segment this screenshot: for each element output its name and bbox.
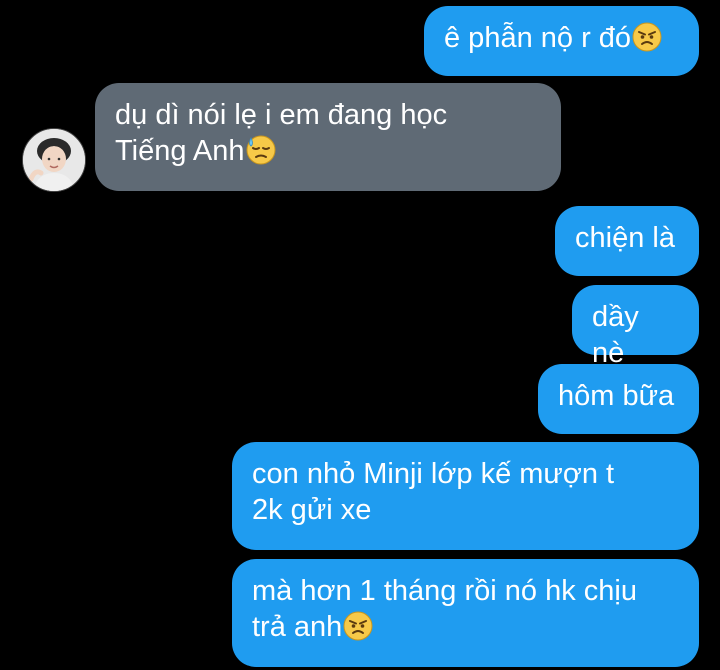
message-bubble-sent[interactable]: hôm bữa [538, 364, 699, 434]
message-bubble-sent[interactable]: con nhỏ Minji lớp kế mượn t 2k gửi xe [232, 442, 699, 550]
message-bubble-sent[interactable]: mà hơn 1 tháng rồi nó hk chịu trả anh [232, 559, 699, 667]
downcast-sweat-face-icon [246, 135, 276, 165]
message-text: hôm bữa [558, 380, 675, 412]
message-bubble-sent[interactable]: dầy nè [572, 285, 699, 369]
message-text-line-2: 2k gửi xe [252, 494, 372, 526]
message-text: ê phẫn nộ r đó [444, 22, 632, 54]
message-text-line-1: dụ dì nói lẹ i em đang học [115, 99, 448, 131]
message-bubble-received[interactable]: dụ dì nói lẹ i em đang học Tiếng Anh [95, 83, 561, 191]
message-text: chiện là [575, 222, 675, 254]
message-text-line-2: trả anh [252, 611, 343, 643]
message-bubble-sent[interactable]: chiện là [555, 206, 699, 276]
avatar-photo-icon [23, 129, 85, 191]
message-text: dầy nè [592, 301, 639, 369]
message-text-line-1: con nhỏ Minji lớp kế mượn t [252, 458, 615, 490]
message-text-line-1: mà hơn 1 tháng rồi nó hk chịu [252, 575, 637, 607]
contact-avatar[interactable] [22, 128, 86, 192]
angry-face-icon [632, 22, 662, 52]
chat-thread: ê phẫn nộ r đó dụ dì nói lẹ i em đang họ… [0, 0, 720, 670]
angry-face-icon [343, 611, 373, 641]
message-text-line-2: Tiếng Anh [115, 135, 245, 167]
message-bubble-sent[interactable]: ê phẫn nộ r đó [424, 6, 699, 76]
